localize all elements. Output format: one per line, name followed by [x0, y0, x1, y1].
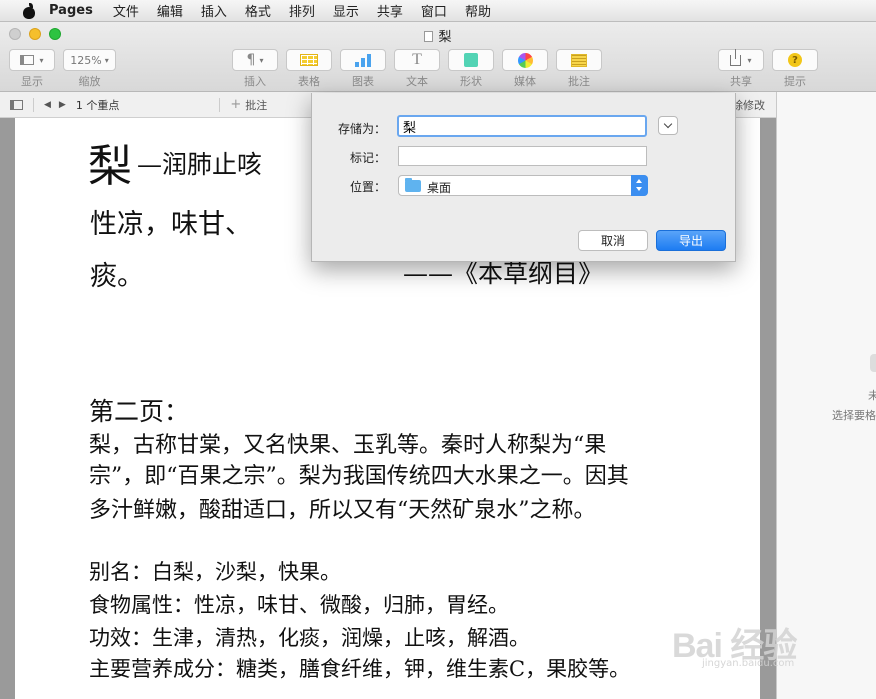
table-button[interactable] [286, 49, 332, 71]
track-changes-label[interactable]: 除修改 [732, 97, 765, 113]
baidu-jingyan-watermark: Bai 经验 jingyan.baidu.com [672, 618, 872, 678]
table-icon [300, 54, 318, 66]
para2-line-4: 主要营养成分：糖类，膳食纤维，钾，维生素C，果胶等。 [89, 657, 631, 681]
zoom-select[interactable]: 125% ▾ [63, 49, 116, 71]
section-heading: 第二页： [89, 397, 190, 426]
paragraph-icon: ¶ [246, 52, 256, 68]
menu-help[interactable]: 帮助 [465, 1, 491, 20]
panel-scroll-thumb[interactable] [870, 354, 876, 372]
format-inspector-panel: 未 选择要格 [776, 92, 876, 699]
menu-arrange[interactable]: 排列 [289, 1, 315, 20]
window-title: 梨 [0, 26, 876, 45]
tips-button[interactable]: ? [772, 49, 818, 71]
where-label: 位置： [349, 180, 386, 194]
window-title-text: 梨 [438, 30, 452, 45]
select-arrows-icon [631, 175, 648, 196]
text-label: 文本 [406, 75, 428, 88]
para2-line-3: 功效：生津，清热，化痰，润燥，止咳，解酒。 [89, 626, 530, 650]
divider [219, 97, 221, 112]
zoom-label: 缩放 [78, 75, 101, 88]
photos-icon [517, 52, 533, 68]
chart-label: 图表 [352, 75, 374, 88]
para2-line-1: 别名：白梨，沙梨，快果。 [89, 560, 341, 584]
where-value: 桌面 [427, 181, 452, 195]
view-label: 显示 [21, 75, 43, 88]
watermark-url: jingyan.baidu.com [702, 658, 795, 669]
chevron-down-icon: ▾ [39, 55, 44, 65]
doc-line-1: 性凉，味甘、 [90, 209, 252, 240]
add-comment-icon[interactable]: + [230, 97, 241, 112]
menu-insert[interactable]: 插入 [201, 1, 227, 20]
shape-label: 形状 [460, 75, 482, 88]
previous-highlight-icon[interactable]: ◀ [44, 100, 51, 110]
cancel-button[interactable]: 取消 [578, 230, 648, 251]
text-button[interactable]: T [394, 49, 440, 71]
shape-icon [464, 53, 478, 67]
doc-title-big: 梨 [88, 141, 132, 192]
share-button[interactable]: ▾ [718, 48, 764, 71]
menu-file[interactable]: 文件 [113, 1, 139, 20]
menu-bar: Pages 文件 编辑 插入 格式 排列 显示 共享 窗口 帮助 [0, 0, 876, 22]
shape-button[interactable] [448, 49, 494, 71]
chevron-down-icon: ▾ [259, 55, 264, 65]
insert-label: 插入 [244, 75, 266, 88]
window-toolbar: 梨 ▾ 显示 125% ▾ 缩放 ¶ ▾ 插入 表格 图表 T 文本 形状 媒体… [0, 22, 876, 92]
table-label: 表格 [298, 75, 320, 88]
next-highlight-icon[interactable]: ▶ [59, 100, 66, 110]
sidebar-toggle-icon[interactable] [10, 99, 23, 110]
menu-app-pages[interactable]: Pages [49, 3, 93, 18]
panel-line-2: 选择要格 [832, 409, 876, 422]
chart-button[interactable] [340, 49, 386, 71]
chevron-down-icon: ▾ [747, 55, 752, 65]
para1-line-1: 梨，古称甘棠，又名快果、玉乳等。秦时人称梨为“果 [89, 433, 607, 458]
comment-button[interactable] [556, 49, 602, 71]
text-icon: T [412, 51, 422, 68]
question-icon: ? [788, 53, 802, 67]
sidebar-icon [20, 55, 35, 65]
comment-icon [571, 53, 587, 67]
chart-icon [355, 53, 371, 67]
menu-view[interactable]: 显示 [333, 1, 359, 20]
menu-window[interactable]: 窗口 [421, 1, 447, 20]
saveas-label: 存储为： [337, 122, 386, 136]
saveas-input[interactable] [397, 115, 647, 137]
menu-format[interactable]: 格式 [245, 1, 271, 20]
media-label: 媒体 [514, 75, 536, 88]
apple-menu-icon[interactable] [22, 2, 36, 19]
para1-line-2: 宗”，即“百果之宗”。梨为我国传统四大水果之一。因其 [89, 464, 629, 489]
chevron-down-icon: ▾ [104, 55, 109, 65]
insert-button[interactable]: ¶ ▾ [232, 49, 278, 71]
document-icon [424, 31, 434, 42]
comment-label: 批注 [568, 75, 590, 88]
export-save-dialog: 存储为： 标记： 位置： 桌面 取消 导出 [311, 93, 736, 262]
add-comment-button[interactable]: 批注 [245, 97, 267, 113]
highlight-count: 1 个重点 [75, 98, 120, 112]
media-button[interactable] [502, 49, 548, 71]
doc-title-rest: —润肺止咳 [137, 150, 263, 179]
divider [33, 97, 34, 112]
para2-line-2: 食物属性：性凉，味甘、微酸，归肺，胃经。 [89, 593, 509, 617]
folder-icon [405, 178, 421, 192]
menu-share[interactable]: 共享 [377, 1, 403, 20]
zoom-value: 125% [70, 53, 102, 67]
share-label: 共享 [730, 75, 752, 88]
doc-line-2: 痰。 [90, 261, 144, 292]
para1-line-3: 多汁鲜嫩，酸甜适口，所以又有“天然矿泉水”之称。 [89, 498, 596, 523]
share-icon [730, 48, 742, 66]
view-button[interactable]: ▾ [9, 49, 55, 71]
panel-line-1: 未 [868, 389, 876, 402]
tags-input[interactable] [398, 146, 647, 166]
where-select[interactable]: 桌面 [398, 175, 648, 196]
expand-dialog-button[interactable] [658, 116, 678, 135]
tips-label: 提示 [784, 75, 806, 88]
menu-edit[interactable]: 编辑 [157, 1, 183, 20]
tags-label: 标记： [349, 151, 386, 165]
export-button[interactable]: 导出 [656, 230, 726, 251]
